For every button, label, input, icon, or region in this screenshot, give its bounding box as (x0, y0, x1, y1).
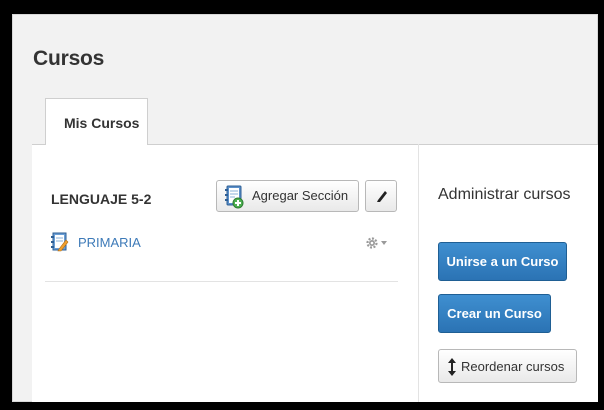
page-title: Cursos (33, 47, 105, 70)
vertical-arrows-icon (448, 358, 456, 376)
column-divider (418, 144, 419, 402)
create-course-button[interactable]: Crear un Curso (438, 294, 551, 333)
add-section-label: Agregar Sección (252, 188, 349, 203)
edit-course-button[interactable] (365, 180, 397, 212)
notebook-pencil-icon (51, 232, 69, 252)
add-section-button[interactable]: Agregar Sección (216, 180, 359, 212)
section-link-primaria[interactable]: PRIMARIA (78, 235, 141, 250)
gear-dropdown-icon[interactable] (365, 235, 389, 251)
course-name: LENGUAJE 5-2 (51, 191, 152, 207)
reorder-label: Reordenar cursos (461, 359, 565, 374)
notebook-plus-icon (225, 185, 244, 209)
tab-mis-cursos[interactable]: Mis Cursos (45, 98, 148, 145)
join-course-button[interactable]: Unirse a un Curso (438, 242, 567, 281)
reorder-courses-button[interactable]: Reordenar cursos (438, 349, 577, 383)
course-divider (45, 281, 398, 282)
tab-label: Mis Cursos (64, 115, 140, 131)
pencil-icon (377, 191, 387, 202)
admin-title: Administrar cursos (438, 186, 571, 203)
